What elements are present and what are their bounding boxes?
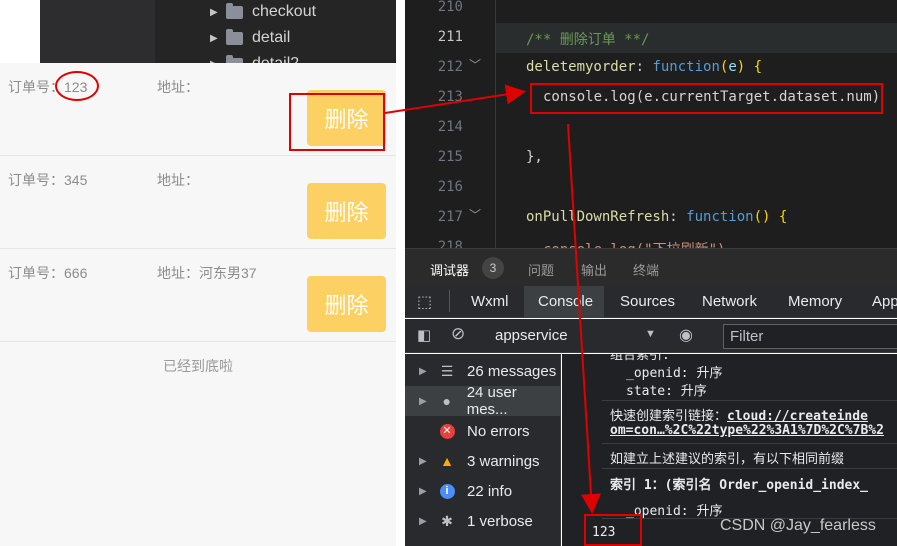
inspect-element-icon[interactable]: ⬚ — [417, 292, 432, 312]
tab-problems[interactable]: 问题 — [528, 260, 554, 279]
order-card: 订单号：666 地址：河东男37 删除 — [0, 249, 396, 342]
error-icon: ✕ — [437, 422, 457, 440]
delete-order-button[interactable]: 删除 — [307, 276, 386, 332]
console-text: 如建立上述建议的索引，有以下相同前缀 — [610, 452, 845, 467]
index-link[interactable]: om=con…%2C%22type%22%3A1%7D%2C%7B%2 — [610, 423, 884, 438]
file-tree-indent — [40, 0, 155, 63]
tab-sources[interactable]: Sources — [620, 293, 675, 310]
tab-memory[interactable]: Memory — [788, 293, 842, 310]
sidebar-item-label: 3 warnings — [467, 452, 540, 470]
indent-guide — [495, 0, 496, 248]
console-text: _openid: 升序 — [626, 366, 723, 381]
chevron-right-icon: ▶ — [210, 6, 218, 18]
filter-input[interactable]: Filter — [723, 324, 897, 349]
order-number: 订单号：666 — [8, 265, 88, 281]
sidebar-item-messages[interactable]: ▶ ☰ 26 messages — [405, 356, 561, 386]
folder-icon — [226, 28, 243, 45]
code-close-brace: }, — [526, 149, 543, 165]
tree-item-label: detail — [252, 29, 291, 46]
debugger-count-badge: 3 — [482, 257, 504, 279]
tab-debugger[interactable]: 调试器 — [430, 260, 469, 279]
tab-terminal[interactable]: 终端 — [633, 260, 659, 279]
tree-item-checkout[interactable]: ▶ checkout — [210, 0, 316, 25]
line-number: 216 — [437, 179, 463, 195]
sidebar-item-warnings[interactable]: ▶ ▲ 3 warnings — [405, 446, 561, 476]
order-address: 地址： — [157, 79, 199, 95]
annotation-box-code — [530, 83, 883, 114]
order-number: 订单号：345 — [8, 172, 88, 188]
sidebar-item-label: 26 messages — [467, 362, 557, 380]
line-number: 212 — [437, 59, 463, 75]
tab-wxml[interactable]: Wxml — [471, 293, 509, 310]
clear-console-icon[interactable]: ⊘ — [451, 324, 465, 344]
order-card: 订单号：345 地址： 删除 — [0, 156, 396, 249]
console-text: 索引 1：(索引名 Order_openid_index_ — [610, 478, 869, 493]
tree-item-label: detail2 — [252, 55, 299, 63]
sidebar-item-label: 24 user mes... — [466, 384, 517, 418]
line-number: 217 — [437, 209, 463, 225]
verbose-icon: ✱ — [441, 512, 453, 529]
code-comment: /** 删除订单 **/ — [526, 32, 650, 48]
sidebar-item-verbose[interactable]: ▶ ✱ 1 verbose — [405, 506, 561, 536]
console-sidebar: ▶ ☰ 26 messages ▶ ● 24 user mes... ✕ No … — [405, 354, 561, 546]
expand-icon: ▶ — [419, 485, 427, 497]
line-number: 211 — [437, 29, 463, 45]
context-selector[interactable]: appservice — [495, 327, 568, 344]
tab-console[interactable]: Console — [538, 293, 593, 310]
line-number: 218 — [437, 239, 463, 248]
console-toolbar: ◧ ⊘ appservice ▼ ◉ Filter — [405, 319, 897, 353]
expand-icon: ▶ — [419, 395, 427, 407]
annotation-ellipse — [55, 71, 99, 101]
eye-icon[interactable]: ◉ — [679, 325, 693, 345]
dropdown-caret-icon[interactable]: ▼ — [645, 328, 656, 340]
console-text: state: 升序 — [626, 384, 707, 399]
sidebar-item-label: 1 verbose — [467, 512, 533, 530]
list-icon: ☰ — [440, 362, 454, 379]
tab-network[interactable]: Network — [702, 293, 757, 310]
sidebar-item-errors[interactable]: ✕ No errors — [405, 416, 561, 446]
warning-icon: ▲ — [440, 453, 454, 469]
line-number: 213 — [437, 89, 463, 105]
delete-order-button[interactable]: 删除 — [307, 183, 386, 239]
code-editor[interactable]: 210 211 212 213 214 215 216 217 218 ﹀ ﹀ … — [405, 0, 897, 248]
expand-icon: ▶ — [419, 365, 427, 377]
panel-tab-bar: 调试器 3 问题 输出 终端 — [405, 248, 897, 286]
expand-icon: ▶ — [419, 455, 427, 467]
fold-chevron-icon[interactable]: ﹀ — [469, 56, 481, 73]
watermark: CSDN @Jay_fearless — [720, 517, 876, 534]
sidebar-item-label: No errors — [467, 422, 530, 440]
line-number: 215 — [437, 149, 463, 165]
sidebar-item-user-messages[interactable]: ▶ ● 24 user mes... — [405, 384, 561, 418]
chevron-right-icon: ▶ — [210, 32, 218, 44]
order-address: 地址： — [157, 172, 199, 188]
fold-chevron-icon[interactable]: ﹀ — [469, 206, 481, 223]
file-tree: ▶ checkout ▶ detail ▶ detail2 — [40, 0, 396, 63]
expand-icon: ▶ — [419, 515, 427, 527]
sidebar-item-info[interactable]: ▶ i 22 info — [405, 476, 561, 506]
tab-application[interactable]: App — [872, 293, 897, 310]
console-text: 快速创建索引链接：cloud://createinde — [610, 409, 868, 424]
folder-icon — [226, 2, 243, 19]
tree-item-detail2[interactable]: ▶ detail2 — [210, 51, 299, 63]
sidebar-toggle-icon[interactable]: ◧ — [417, 326, 431, 344]
line-number: 214 — [437, 119, 463, 135]
end-of-list-tip: 已经到底啦 — [163, 358, 233, 374]
tab-output[interactable]: 输出 — [581, 260, 607, 279]
tree-item-label: checkout — [252, 3, 317, 20]
info-icon: i — [437, 482, 457, 500]
simulator-top-blank — [0, 0, 40, 63]
divider — [449, 290, 450, 312]
tree-item-detail[interactable]: ▶ detail — [210, 25, 290, 51]
devtools-tab-bar: ⬚ Wxml Console Sources Network Memory Ap… — [405, 286, 897, 318]
index-link[interactable]: cloud://createinde — [727, 409, 868, 424]
annotation-box-output — [584, 514, 642, 546]
code-console-log-refresh: console.log("下拉刷新") — [543, 239, 725, 248]
annotation-box-delete — [289, 93, 385, 151]
line-number: 210 — [437, 0, 463, 15]
order-address: 地址：河东男37 — [157, 265, 257, 281]
user-icon: ● — [442, 393, 452, 409]
code-line-onpulldownrefresh: onPullDownRefresh: function() { — [526, 209, 788, 225]
code-line-deletemyorder: deletemyorder: function(e) { — [526, 59, 763, 75]
sidebar-item-label: 22 info — [467, 482, 513, 500]
